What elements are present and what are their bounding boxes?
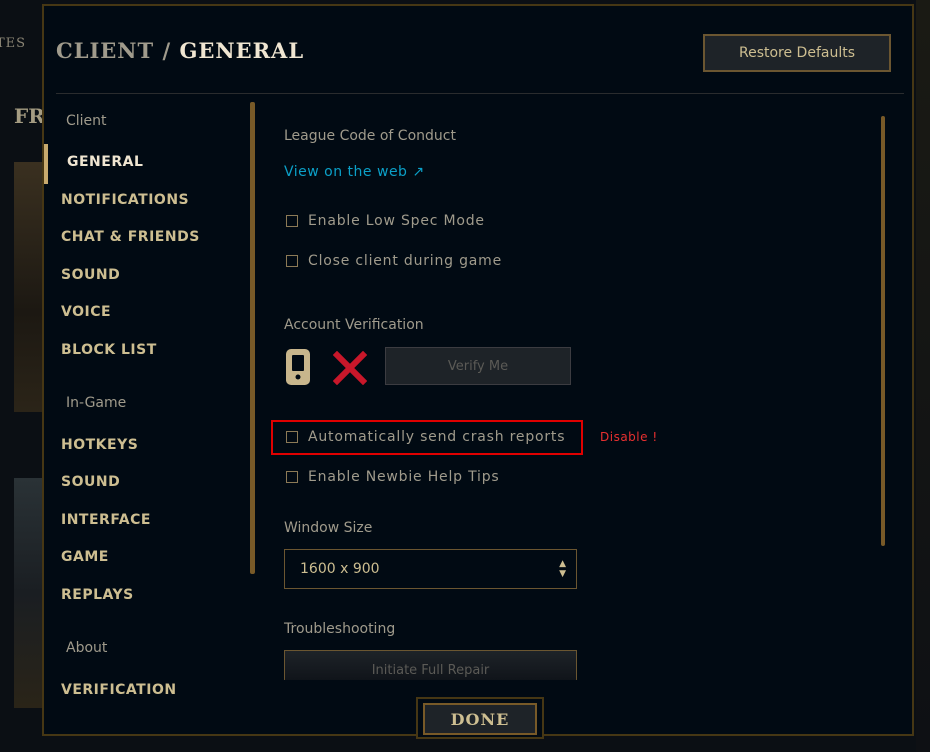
newbie-tips-option[interactable]: Enable Newbie Help Tips	[286, 469, 499, 485]
low-spec-option[interactable]: Enable Low Spec Mode	[286, 213, 485, 229]
crash-reports-label: Automatically send crash reports	[308, 429, 566, 445]
sidebar-item-notifications[interactable]: NOTIFICATIONS	[61, 192, 189, 208]
sidebar-item-hotkeys[interactable]: HOTKEYS	[61, 437, 138, 453]
unverified-x-icon	[333, 351, 367, 385]
sidebar-item-verification[interactable]: VERIFICATION	[61, 682, 177, 698]
troubleshooting-label: Troubleshooting	[284, 621, 396, 637]
done-frame: DONE	[416, 697, 544, 739]
sidebar-item-chat-friends[interactable]: CHAT & FRIENDS	[61, 229, 200, 245]
content-scrollbar[interactable]	[881, 116, 885, 546]
close-client-option[interactable]: Close client during game	[286, 253, 502, 269]
done-button[interactable]: DONE	[423, 703, 537, 735]
background-nav-fragment: TES	[0, 36, 27, 51]
title-section: CLIENT	[56, 38, 155, 63]
verify-me-button[interactable]: Verify Me	[385, 347, 571, 385]
sidebar-heading-ingame: In-Game	[66, 395, 127, 411]
sidebar-item-general[interactable]: GENERAL	[67, 154, 143, 170]
full-repair-button[interactable]: Initiate Full Repair	[284, 650, 577, 680]
background-edge	[916, 0, 930, 752]
crash-reports-option[interactable]: Automatically send crash reports	[286, 429, 565, 445]
low-spec-checkbox[interactable]	[286, 215, 298, 227]
sidebar-item-interface[interactable]: INTERFACE	[61, 512, 151, 528]
settings-modal: CLIENT / GENERAL Restore Defaults Client…	[42, 4, 914, 739]
content-fade	[260, 678, 880, 700]
low-spec-label: Enable Low Spec Mode	[308, 213, 485, 229]
sidebar-item-game[interactable]: GAME	[61, 549, 109, 565]
sidebar-scrollbar[interactable]	[250, 102, 255, 574]
conduct-link[interactable]: View on the web ↗	[284, 164, 425, 180]
conduct-label: League Code of Conduct	[284, 128, 456, 144]
window-size-select[interactable]: 1600 x 900 ▲ ▼	[284, 549, 577, 589]
close-client-label: Close client during game	[308, 253, 503, 269]
sidebar-item-sound[interactable]: SOUND	[61, 267, 120, 283]
restore-defaults-button[interactable]: Restore Defaults	[703, 34, 891, 72]
sidebar-item-ingame-sound[interactable]: SOUND	[61, 474, 120, 490]
sidebar-active-indicator	[44, 144, 48, 184]
page-title: CLIENT / GENERAL	[56, 38, 304, 63]
annotation-note: Disable !	[600, 430, 658, 444]
sidebar-item-block-list[interactable]: BLOCK LIST	[61, 342, 157, 358]
window-size-value: 1600 x 900	[300, 561, 380, 577]
account-verification-label: Account Verification	[284, 317, 424, 333]
background-heading-fragment: FR	[14, 104, 45, 128]
window-size-label: Window Size	[284, 520, 373, 536]
title-separator: /	[154, 38, 180, 63]
header-divider	[56, 93, 904, 94]
title-page: GENERAL	[179, 38, 305, 63]
crash-reports-checkbox[interactable]	[286, 431, 298, 443]
newbie-tips-label: Enable Newbie Help Tips	[308, 469, 500, 485]
sidebar-heading-client: Client	[66, 113, 107, 129]
newbie-tips-checkbox[interactable]	[286, 471, 298, 483]
select-arrows-icon: ▲ ▼	[559, 559, 566, 579]
sidebar-item-voice[interactable]: VOICE	[61, 304, 111, 320]
phone-icon	[286, 349, 310, 385]
sidebar-heading-about: About	[66, 640, 108, 656]
close-client-checkbox[interactable]	[286, 255, 298, 267]
sidebar-item-replays[interactable]: REPLAYS	[61, 587, 134, 603]
